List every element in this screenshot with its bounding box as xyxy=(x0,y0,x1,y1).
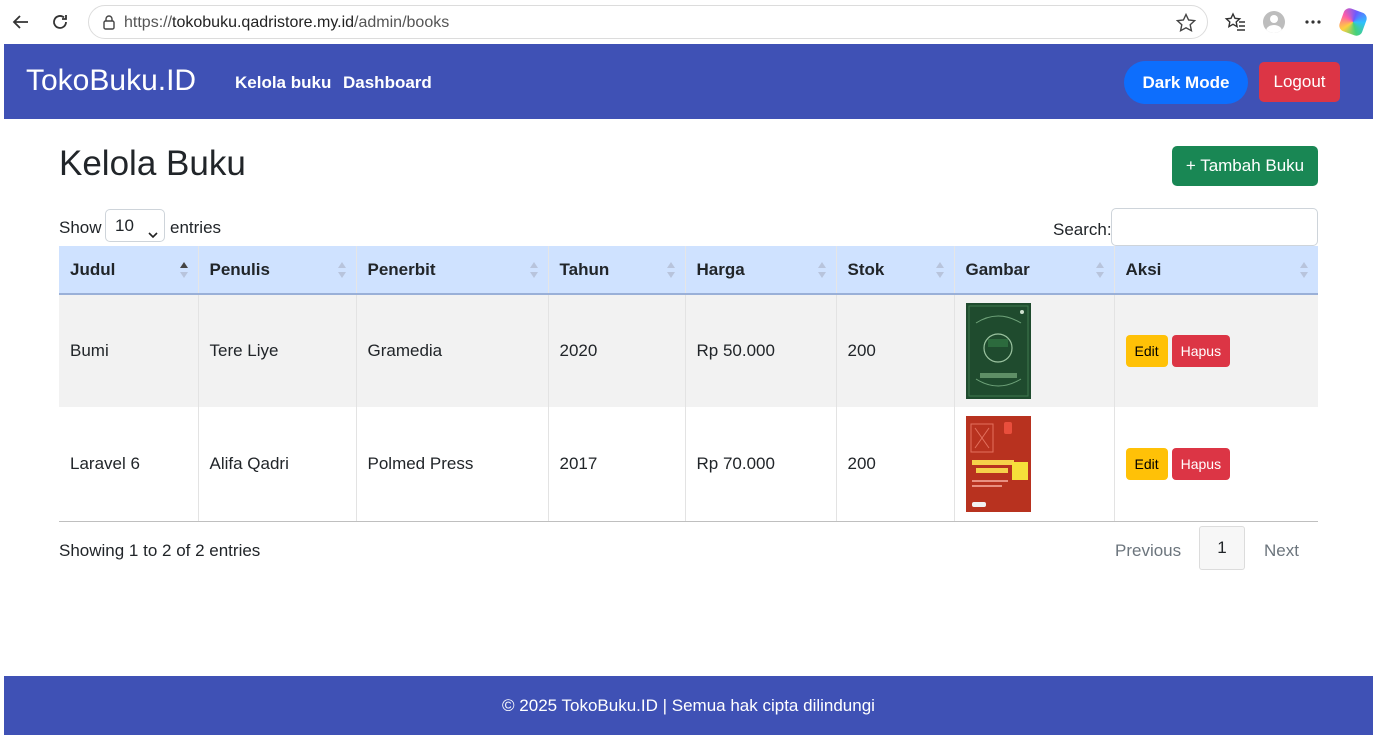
cell-harga: Rp 70.000 xyxy=(685,407,837,522)
add-book-button[interactable]: + Tambah Buku xyxy=(1172,146,1318,186)
sort-ascending-icon xyxy=(179,262,188,278)
sort-icon xyxy=(817,262,826,278)
column-header-penerbit[interactable]: Penerbit xyxy=(356,246,549,295)
cell-gambar xyxy=(954,407,1115,522)
lock-icon xyxy=(101,14,117,30)
column-header-penulis[interactable]: Penulis xyxy=(198,246,357,295)
brand-logo[interactable]: TokoBuku.ID xyxy=(26,64,196,98)
cell-stok: 200 xyxy=(836,294,955,407)
cell-penerbit: Gramedia xyxy=(356,294,549,407)
next-page-button[interactable]: Next xyxy=(1264,541,1299,561)
footer: © 2025 TokoBuku.ID | Semua hak cipta dil… xyxy=(4,676,1373,735)
column-header-judul[interactable]: Judul xyxy=(59,246,199,295)
cell-stok: 200 xyxy=(836,407,955,522)
delete-button[interactable]: Hapus xyxy=(1171,447,1231,480)
search-input[interactable] xyxy=(1111,208,1318,246)
previous-page-button[interactable]: Previous xyxy=(1115,541,1181,561)
sort-icon xyxy=(935,262,944,278)
cell-tahun: 2020 xyxy=(548,294,686,407)
book-cover-image xyxy=(965,415,1031,512)
entries-select[interactable]: 10 xyxy=(105,209,165,242)
cell-penulis: Alifa Qadri xyxy=(198,407,357,522)
chevron-down-icon xyxy=(148,219,158,239)
browser-chrome: https://tokobuku.qadristore.my.id/admin/… xyxy=(0,0,1377,44)
books-table: Judul Penulis Penerbit Tahun Harga Stok … xyxy=(59,246,1318,522)
nav-link-kelola-buku[interactable]: Kelola buku xyxy=(235,73,331,93)
sort-icon xyxy=(529,262,538,278)
cell-harga: Rp 50.000 xyxy=(685,294,837,407)
nav-link-dashboard[interactable]: Dashboard xyxy=(343,73,432,93)
profile-avatar-icon[interactable] xyxy=(1262,10,1286,34)
more-options-icon[interactable] xyxy=(1301,10,1325,34)
column-header-gambar[interactable]: Gambar xyxy=(954,246,1115,295)
delete-button[interactable]: Hapus xyxy=(1171,335,1231,367)
entries-select-value: 10 xyxy=(115,216,134,235)
copilot-icon[interactable] xyxy=(1337,6,1369,38)
dark-mode-button[interactable]: Dark Mode xyxy=(1124,61,1248,104)
page-title: Kelola Buku xyxy=(59,144,246,183)
edit-button[interactable]: Edit xyxy=(1125,335,1168,367)
column-header-aksi[interactable]: Aksi xyxy=(1114,246,1318,295)
book-cover-image xyxy=(965,303,1031,399)
search-label: Search: xyxy=(1053,220,1112,239)
table-row: Bumi Tere Liye Gramedia 2020 Rp 50.000 2… xyxy=(59,294,1318,407)
cell-penulis: Tere Liye xyxy=(198,294,357,407)
entries-label: entries xyxy=(170,218,222,237)
cell-aksi: Edit Hapus xyxy=(1114,407,1318,522)
favorite-star-icon[interactable] xyxy=(1175,12,1197,34)
column-header-stok[interactable]: Stok xyxy=(836,246,955,295)
table-info: Showing 1 to 2 of 2 entries xyxy=(59,541,261,560)
table-row: Laravel 6 Alifa Qadri Polmed Press 2017 … xyxy=(59,407,1318,522)
page-1-button[interactable]: 1 xyxy=(1199,526,1245,570)
column-header-tahun[interactable]: Tahun xyxy=(548,246,686,295)
cell-tahun: 2017 xyxy=(548,407,686,522)
cell-aksi: Edit Hapus xyxy=(1114,294,1318,407)
favorites-icon[interactable] xyxy=(1223,10,1247,34)
table-header-row: Judul Penulis Penerbit Tahun Harga Stok … xyxy=(59,246,1318,295)
footer-text: © 2025 TokoBuku.ID | Semua hak cipta dil… xyxy=(502,695,875,715)
sort-icon xyxy=(666,262,675,278)
cell-gambar xyxy=(954,294,1115,407)
refresh-icon[interactable] xyxy=(48,10,72,34)
cell-judul: Laravel 6 xyxy=(59,407,199,522)
address-bar[interactable]: https://tokobuku.qadristore.my.id/admin/… xyxy=(88,5,1208,39)
sort-icon xyxy=(1095,262,1104,278)
logout-button[interactable]: Logout xyxy=(1259,62,1340,102)
sort-icon xyxy=(337,262,346,278)
cell-penerbit: Polmed Press xyxy=(356,407,549,522)
show-label: Show xyxy=(59,218,102,237)
page: TokoBuku.ID Kelola buku Dashboard Dark M… xyxy=(4,44,1373,735)
navbar: TokoBuku.ID Kelola buku Dashboard Dark M… xyxy=(4,44,1373,119)
edit-button[interactable]: Edit xyxy=(1125,447,1168,480)
column-header-harga[interactable]: Harga xyxy=(685,246,837,295)
sort-icon xyxy=(1300,262,1308,278)
back-arrow-icon[interactable] xyxy=(9,10,33,34)
cell-judul: Bumi xyxy=(59,294,199,407)
url-text: https://tokobuku.qadristore.my.id/admin/… xyxy=(124,14,450,31)
